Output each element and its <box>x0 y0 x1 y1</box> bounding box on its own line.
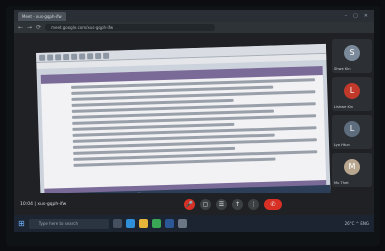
call-controls: 🎤 ▢ ☰ ↑ ⋮ ✆ <box>184 198 282 210</box>
forward-icon[interactable]: → <box>27 22 32 33</box>
captions-button[interactable]: ☰ <box>216 198 227 210</box>
system-tray: 26°C ^ ENG <box>344 221 369 226</box>
meeting-info: 10:04 | xus-gqph-ifw <box>20 201 67 207</box>
more-options-button[interactable]: ⋮ <box>248 198 259 210</box>
app-icon[interactable] <box>177 219 187 228</box>
taskbar-search-input[interactable]: Type here to search <box>28 218 109 229</box>
edge-icon[interactable] <box>125 219 135 228</box>
folder-icon[interactable] <box>138 219 148 228</box>
participant-name: Lya Htun <box>334 143 350 147</box>
participant-tile[interactable]: L Lya Htun <box>332 115 372 149</box>
maximize-icon[interactable]: ▢ <box>353 13 358 19</box>
end-call-button[interactable]: ✆ <box>264 198 282 210</box>
chrome-icon[interactable] <box>151 219 161 228</box>
avatar: S <box>344 45 360 61</box>
avatar: L <box>344 121 360 137</box>
participant-tile[interactable]: S Shwe Kin <box>332 39 372 73</box>
shared-document <box>40 66 327 197</box>
window-controls: – ▢ ✕ <box>345 13 374 19</box>
browser-tab-strip: Meet - xus-gqph-ifw – ▢ ✕ <box>14 10 374 22</box>
screen: Meet - xus-gqph-ifw – ▢ ✕ ← → ⟳ meet.goo… <box>14 10 374 232</box>
browser-tab-meet[interactable]: Meet - xus-gqph-ifw <box>18 11 66 21</box>
avatar: L <box>344 83 360 99</box>
participant-tile[interactable]: M Mu Thet <box>332 153 372 187</box>
minimize-icon[interactable]: – <box>345 13 348 19</box>
participant-list: S Shwe Kin L Lishwe Kin L Lya Htun M Mu … <box>332 39 372 189</box>
word-icon[interactable] <box>164 219 174 228</box>
mic-button[interactable]: 🎤 <box>184 198 195 210</box>
reload-icon[interactable]: ⟳ <box>36 22 41 33</box>
address-bar: ← → ⟳ meet.google.com/xus-gqph-ifw <box>14 22 374 33</box>
present-button[interactable]: ↑ <box>232 198 243 210</box>
participant-name: Lishwe Kin <box>334 105 354 109</box>
back-icon[interactable]: ← <box>18 22 23 33</box>
meet-stage: S Shwe Kin L Lishwe Kin L Lya Htun M Mu … <box>14 33 374 203</box>
participant-name: Shwe Kin <box>334 67 351 71</box>
participant-tile[interactable]: L Lishwe Kin <box>332 77 372 111</box>
url-field[interactable]: meet.google.com/xus-gqph-ifw <box>45 24 216 31</box>
shared-screen <box>36 43 331 203</box>
participant-name: Mu Thet <box>334 181 349 185</box>
avatar: M <box>344 159 360 175</box>
close-icon[interactable]: ✕ <box>364 13 368 19</box>
windows-start-icon[interactable]: ⊞ <box>18 219 25 228</box>
camera-button[interactable]: ▢ <box>200 198 211 210</box>
task-view-icon[interactable] <box>112 219 122 228</box>
windows-taskbar: ⊞ Type here to search 26°C ^ ENG <box>14 215 374 232</box>
meeting-control-bar: 10:04 | xus-gqph-ifw 🎤 ▢ ☰ ↑ ⋮ ✆ <box>14 193 374 215</box>
